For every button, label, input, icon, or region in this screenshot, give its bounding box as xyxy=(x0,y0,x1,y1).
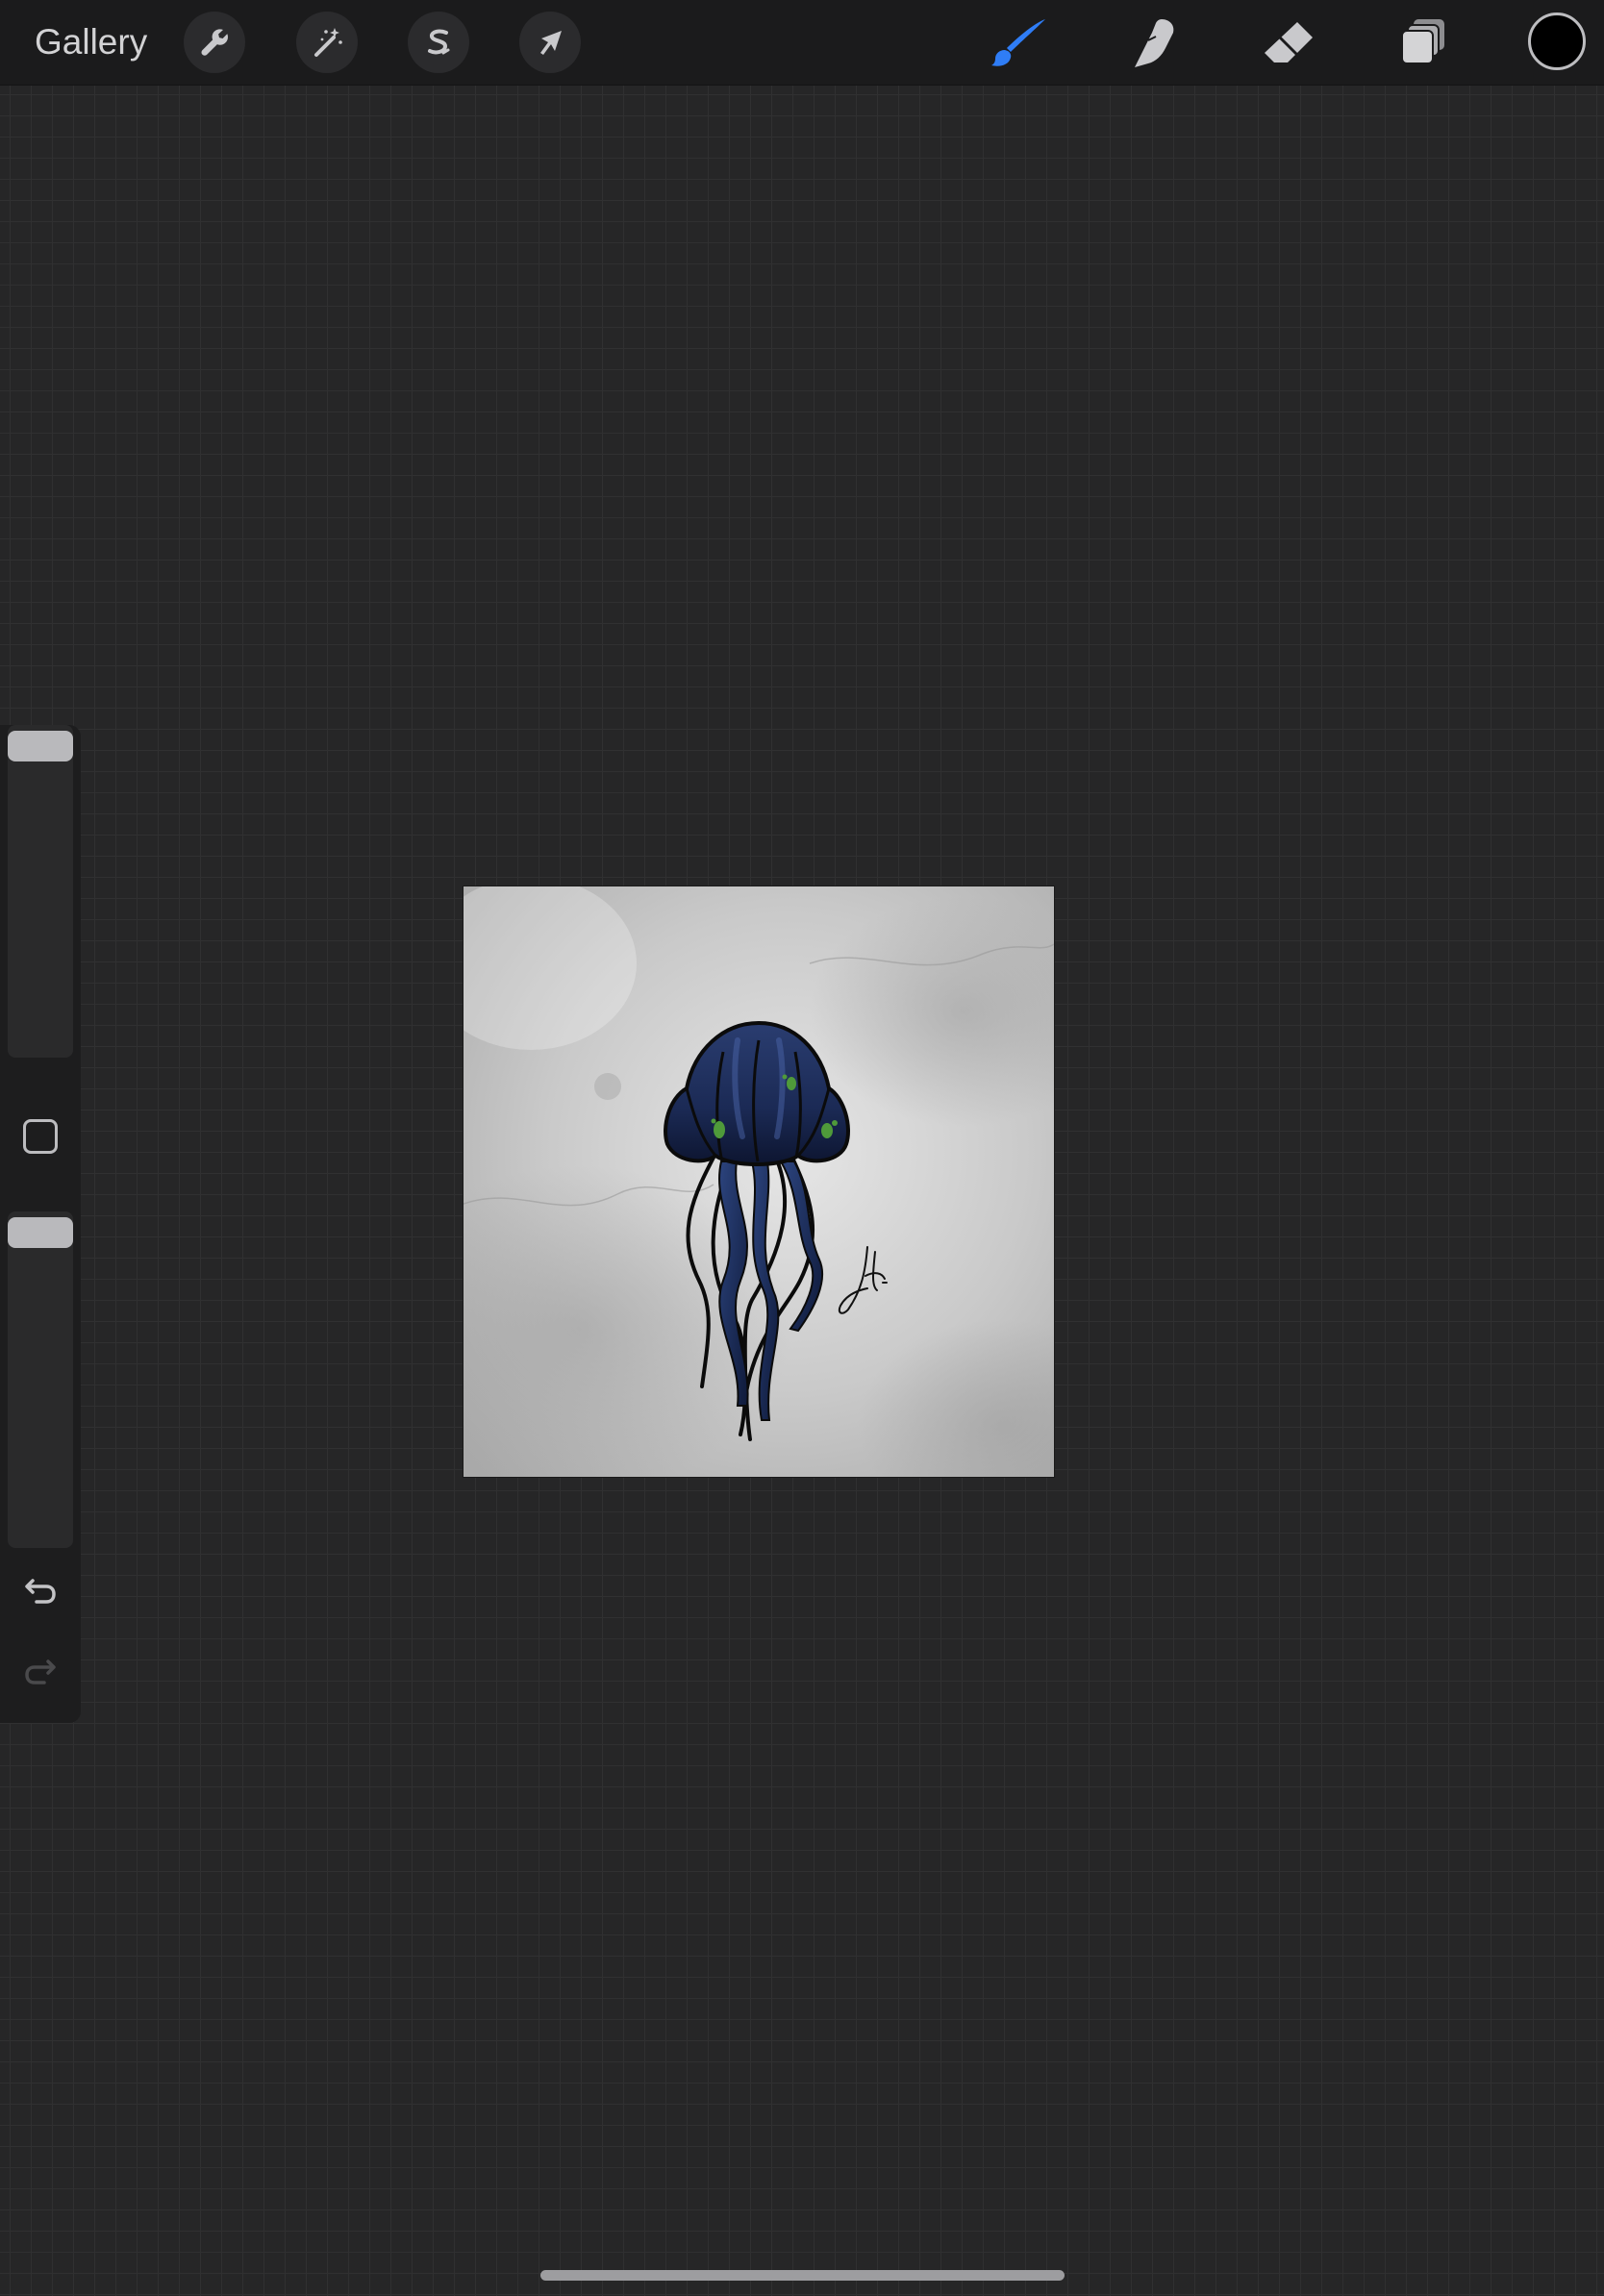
smudge-button[interactable] xyxy=(1123,12,1185,73)
brush-button[interactable] xyxy=(989,12,1050,73)
actions-button[interactable] xyxy=(184,12,245,73)
layers-icon xyxy=(1401,19,1444,64)
home-indicator[interactable] xyxy=(540,2270,1065,2281)
selection-s-icon xyxy=(428,29,450,55)
jellyfish-illustration xyxy=(464,886,1054,1477)
selection-button[interactable] xyxy=(408,12,469,73)
magic-wand-icon xyxy=(314,28,342,57)
brush-size-slider[interactable] xyxy=(8,725,73,1058)
adjustments-button[interactable] xyxy=(296,12,358,73)
eraser-icon xyxy=(1265,22,1313,62)
undo-arrow-icon xyxy=(25,1579,56,1604)
top-toolbar: Gallery xyxy=(0,0,1604,86)
wrench-icon xyxy=(201,29,228,56)
eraser-button[interactable] xyxy=(1258,12,1319,73)
artwork-canvas[interactable] xyxy=(464,886,1054,1477)
redo-button[interactable] xyxy=(17,1648,63,1694)
modify-button[interactable] xyxy=(23,1119,58,1154)
transform-button[interactable] xyxy=(519,12,581,73)
opacity-slider[interactable] xyxy=(8,1211,73,1548)
gallery-button[interactable]: Gallery xyxy=(35,19,147,65)
layers-button[interactable] xyxy=(1392,12,1454,73)
redo-arrow-icon xyxy=(25,1660,56,1685)
color-picker-button[interactable] xyxy=(1528,12,1586,70)
opacity-slider-thumb[interactable] xyxy=(8,1217,73,1248)
arrow-cursor-icon xyxy=(540,31,562,55)
brush-size-slider-thumb[interactable] xyxy=(8,731,73,761)
brush-icon xyxy=(991,19,1045,66)
smudge-finger-icon xyxy=(1135,19,1174,67)
undo-button[interactable] xyxy=(17,1567,63,1613)
side-toolbar xyxy=(0,725,81,1723)
